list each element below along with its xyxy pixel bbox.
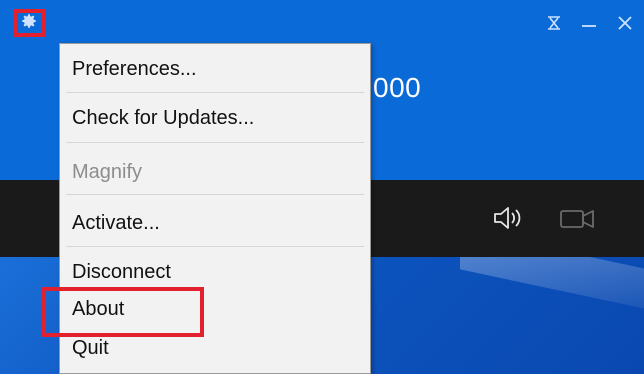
menu-item-quit[interactable]: Quit <box>60 337 370 359</box>
settings-button[interactable] <box>13 9 45 37</box>
call-number-display: 000 <box>373 72 422 103</box>
menu-item-magnify: Magnify <box>72 161 143 183</box>
menu-item-disconnect[interactable]: Disconnect <box>60 261 370 283</box>
speaker-icon[interactable] <box>492 203 526 238</box>
pin-icon[interactable] <box>546 15 562 36</box>
minimize-icon[interactable] <box>580 14 598 37</box>
menu-separator <box>66 246 364 247</box>
menu-separator <box>66 92 364 93</box>
about-highlight-box <box>42 287 204 337</box>
wallpaper-light-streak <box>460 257 644 325</box>
menu-separator <box>66 194 364 195</box>
menu-item-activate[interactable]: Activate... <box>60 212 370 234</box>
menu-item-preferences[interactable]: Preferences... <box>60 58 370 80</box>
gear-icon <box>20 12 38 35</box>
window-controls <box>546 10 644 40</box>
close-icon[interactable] <box>616 14 634 37</box>
menu-item-check-for-updates[interactable]: Check for Updates... <box>60 107 370 129</box>
video-camera-icon[interactable] <box>558 203 598 238</box>
menu-separator <box>66 142 364 143</box>
